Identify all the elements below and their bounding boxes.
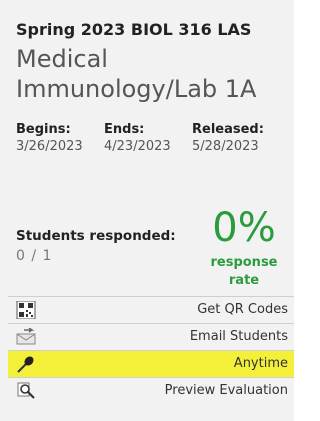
pin-icon xyxy=(16,355,36,373)
term-course-code: Spring 2023 BIOL 316 LAS xyxy=(16,20,252,39)
action-list: Get QR Codes Email Students Anytime Prev… xyxy=(8,296,294,404)
anytime-button[interactable]: Anytime xyxy=(8,350,294,377)
ends-value: 4/23/2023 xyxy=(104,139,171,154)
response-rate-line2: rate xyxy=(228,273,260,288)
ends-label: Ends: xyxy=(104,122,145,137)
preview-evaluation-button[interactable]: Preview Evaluation xyxy=(8,377,294,404)
students-responded-count: 0 / 1 xyxy=(16,248,53,264)
response-rate-label: response rate xyxy=(200,254,288,290)
released-value: 5/28/2023 xyxy=(192,139,259,154)
released-label: Released: xyxy=(192,122,264,137)
qr-code-icon xyxy=(16,300,36,320)
released-column: Released: 5/28/2023 xyxy=(192,122,264,154)
ends-column: Ends: 4/23/2023 xyxy=(104,122,171,154)
course-title: Medical Immunology/Lab 1A xyxy=(16,45,257,103)
anytime-label: Anytime xyxy=(233,356,288,371)
begins-value: 3/26/2023 xyxy=(16,139,83,154)
magnifier-icon xyxy=(16,382,36,400)
get-qr-codes-button[interactable]: Get QR Codes xyxy=(8,296,294,323)
get-qr-codes-label: Get QR Codes xyxy=(197,302,288,317)
evaluation-card: Spring 2023 BIOL 316 LAS Medical Immunol… xyxy=(0,0,294,421)
students-responded-label: Students responded: xyxy=(16,228,176,244)
begins-column: Begins: 3/26/2023 xyxy=(16,122,83,154)
response-rate-line1: response xyxy=(210,255,278,270)
preview-evaluation-label: Preview Evaluation xyxy=(164,383,288,398)
response-rate-percent: 0% xyxy=(212,205,276,251)
begins-label: Begins: xyxy=(16,122,71,137)
email-students-button[interactable]: Email Students xyxy=(8,323,294,350)
email-students-label: Email Students xyxy=(189,329,288,344)
email-icon xyxy=(16,327,36,346)
